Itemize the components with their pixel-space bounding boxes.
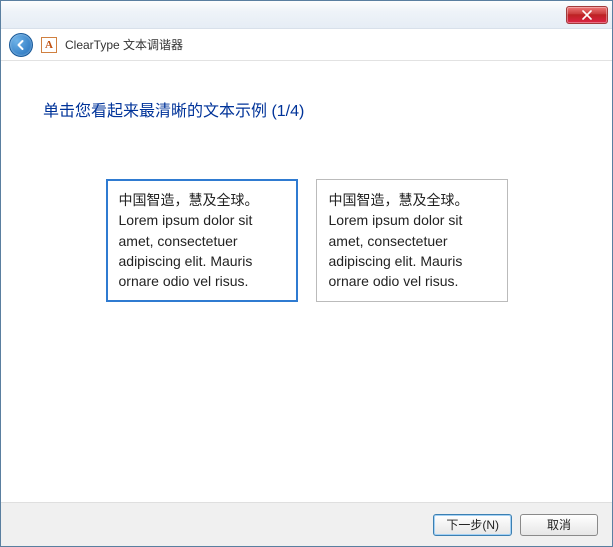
- dialog-title: ClearType 文本调谐器: [65, 36, 183, 53]
- dialog-window: A ClearType 文本调谐器 单击您看起来最清晰的文本示例 (1/4) 中…: [0, 0, 613, 547]
- app-icon: A: [41, 37, 57, 53]
- dialog-footer: 下一步(N) 取消: [1, 502, 612, 546]
- nav-bar: A ClearType 文本调谐器: [1, 29, 612, 61]
- next-button[interactable]: 下一步(N): [433, 514, 512, 536]
- back-arrow-icon: [14, 38, 28, 52]
- close-button[interactable]: [566, 6, 608, 24]
- app-icon-letter: A: [45, 39, 53, 51]
- button-label: 下一步(N): [446, 516, 499, 533]
- sample-container: 中国智造，慧及全球。 Lorem ipsum dolor sit amet, c…: [43, 179, 570, 302]
- text-sample-2[interactable]: 中国智造，慧及全球。 Lorem ipsum dolor sit amet, c…: [316, 179, 508, 302]
- cancel-button[interactable]: 取消: [520, 514, 598, 536]
- titlebar: [1, 1, 612, 29]
- sample-text: 中国智造，慧及全球。 Lorem ipsum dolor sit amet, c…: [329, 192, 469, 289]
- page-heading: 单击您看起来最清晰的文本示例 (1/4): [43, 97, 570, 121]
- button-label: 取消: [547, 516, 571, 533]
- sample-text: 中国智造，慧及全球。 Lorem ipsum dolor sit amet, c…: [119, 192, 259, 289]
- close-icon: [581, 10, 593, 20]
- text-sample-1[interactable]: 中国智造，慧及全球。 Lorem ipsum dolor sit amet, c…: [106, 179, 298, 302]
- content-area: 单击您看起来最清晰的文本示例 (1/4) 中国智造，慧及全球。 Lorem ip…: [1, 61, 612, 502]
- back-button[interactable]: [9, 33, 33, 57]
